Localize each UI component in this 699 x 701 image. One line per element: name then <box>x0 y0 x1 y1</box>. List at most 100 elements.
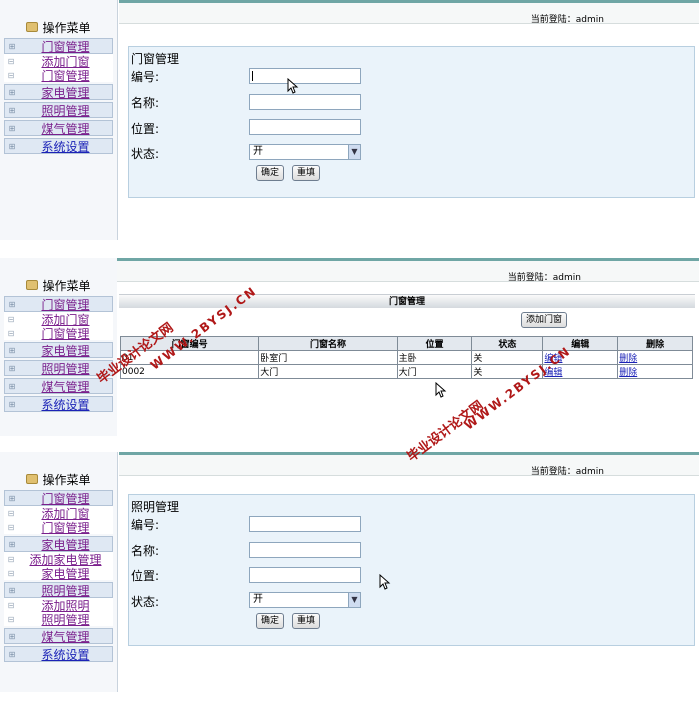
menu-list: ⊞ 门窗管理 ⊟ 添加门窗 ⊟ 门窗管理 ⊞ 家电管理 ⊞ 照明管理 ⊞ 煤气管理 ⊞ 系统设… <box>4 38 113 154</box>
cell-delete: 删除 <box>617 364 693 379</box>
menu-item-gas[interactable]: ⊞ 煤气管理 <box>4 378 113 394</box>
menu-item-appliance[interactable]: ⊞ 家电管理 <box>4 84 113 100</box>
main-content: 当前登陆：admin 门窗管理 添加门窗 门窗编号 门窗名称 位置 状态 编辑 … <box>117 258 699 436</box>
menu-item-appliance[interactable]: ⊞ 家电管理 <box>4 342 113 358</box>
chevron-down-icon[interactable]: ▼ <box>348 593 360 607</box>
bullet-icon: ⊞ <box>8 493 16 503</box>
sub-item-door-manage[interactable]: ⊟ 门窗管理 <box>4 520 113 535</box>
reset-button[interactable]: 重填 <box>292 613 321 629</box>
top-bar <box>117 258 699 282</box>
column-header: 状态 <box>471 336 544 351</box>
location-input[interactable] <box>249 119 361 135</box>
bullet-icon: ⊞ <box>8 363 16 373</box>
bullet-icon: ⊞ <box>8 585 16 595</box>
column-header: 位置 <box>396 336 473 351</box>
mouse-cursor-icon <box>435 382 447 398</box>
sub-item-door-manage[interactable]: ⊟ 门窗管理 <box>4 68 113 83</box>
bullet-icon: ⊞ <box>8 299 16 309</box>
menu-list: ⊞ 门窗管理 ⊟ 添加门窗 ⊟ 门窗管理 ⊞ 家电管理 ⊞ 照明管理 ⊞ 煤气管理 ⊞ 系统设… <box>4 296 113 412</box>
menu-item-system[interactable]: ⊞ 系统设置 <box>4 396 113 412</box>
sub-item-appliance-manage[interactable]: ⊟ 家电管理 <box>4 566 113 581</box>
chevron-down-icon[interactable]: ▼ <box>348 145 360 159</box>
submit-button[interactable]: 确定 <box>256 165 285 181</box>
status-label: 状态: <box>131 147 160 161</box>
lighting-form-screen: 操作菜单 ⊞ 门窗管理 ⊟ 添加门窗 ⊟ 门窗管理 ⊞ 家电管理 ⊟ 添加家电管理 ⊟ 家电… <box>0 452 699 692</box>
menu-item-gas[interactable]: ⊞ 煤气管理 <box>4 628 113 644</box>
delete-link[interactable]: 删除 <box>619 354 637 364</box>
status-select[interactable]: 开 ▼ <box>249 144 361 160</box>
cell-delete: 删除 <box>617 350 693 365</box>
id-label: 编号: <box>131 518 160 532</box>
cell-name: 大门 <box>258 364 398 379</box>
submit-button[interactable]: 确定 <box>256 613 285 629</box>
reset-button[interactable]: 重填 <box>292 165 321 181</box>
cell-id: 0002 <box>119 364 260 379</box>
column-header: 删除 <box>617 336 693 351</box>
main-content: 当前登陆：admin 门窗管理 编号: 名称: 位置: 状态: 开 ▼ 确定 重填 <box>119 0 699 240</box>
bullet-icon: ⊟ <box>7 614 15 624</box>
bullet-icon: ⊞ <box>8 631 16 641</box>
sub-item-door-manage[interactable]: ⊟ 门窗管理 <box>4 326 113 341</box>
delete-link[interactable]: 删除 <box>619 368 637 378</box>
door-list-screen: 操作菜单 ⊞ 门窗管理 ⊟ 添加门窗 ⊟ 门窗管理 ⊞ 家电管理 ⊞ 照明管理 ⊞ 煤气管理… <box>0 258 699 436</box>
bullet-icon: ⊞ <box>8 123 16 133</box>
bullet-icon: ⊟ <box>7 600 15 610</box>
bullet-icon: ⊞ <box>8 105 16 115</box>
id-input[interactable] <box>249 68 361 84</box>
sidebar: 操作菜单 ⊞ 门窗管理 ⊟ 添加门窗 ⊟ 门窗管理 ⊞ 家电管理 ⊟ 添加家电管理 ⊟ 家电… <box>0 452 118 692</box>
main-content: 当前登陆：admin 照明管理 编号: 名称: 位置: 状态: 开 ▼ 确定 重填 <box>119 452 699 692</box>
bullet-icon: ⊟ <box>7 522 15 532</box>
bullet-icon: ⊞ <box>8 87 16 97</box>
add-door-button[interactable]: 添加门窗 <box>521 312 568 328</box>
bullet-icon: ⊞ <box>8 345 16 355</box>
menu-item-system[interactable]: ⊞ 系统设置 <box>4 138 113 154</box>
bullet-icon: ⊟ <box>7 328 15 338</box>
menu-item-system[interactable]: ⊞ 系统设置 <box>4 646 113 662</box>
login-status: 当前登陆：admin <box>530 15 604 25</box>
table-row: 0002 大门 大门 关 编辑 删除 <box>119 364 693 379</box>
name-label: 名称: <box>131 96 160 110</box>
mouse-cursor-icon <box>379 574 391 590</box>
bullet-icon: ⊟ <box>7 314 15 324</box>
form-title: 照明管理 <box>131 500 180 514</box>
bullet-icon: ⊟ <box>7 70 15 80</box>
menu-list: ⊞ 门窗管理 ⊟ 添加门窗 ⊟ 门窗管理 ⊞ 家电管理 ⊟ 添加家电管理 ⊟ 家电管理 ⊞ 照… <box>4 490 113 662</box>
column-header: 编辑 <box>542 336 619 351</box>
door-form: 门窗管理 编号: 名称: 位置: 状态: 开 ▼ 确定 重填 <box>128 46 695 198</box>
sidebar: 操作菜单 ⊞ 门窗管理 ⊟ 添加门窗 ⊟ 门窗管理 ⊞ 家电管理 ⊞ 照明管理 ⊞ 煤气管理… <box>0 0 118 240</box>
location-input[interactable] <box>249 567 361 583</box>
bullet-icon: ⊞ <box>8 399 16 409</box>
table-header: 门窗编号 门窗名称 位置 状态 编辑 删除 <box>119 336 693 351</box>
name-label: 名称: <box>131 544 160 558</box>
list-title: 门窗管理 <box>119 294 695 308</box>
status-select[interactable]: 开 ▼ <box>249 592 361 608</box>
status-label: 状态: <box>131 595 160 609</box>
login-status: 当前登陆：admin <box>507 273 581 283</box>
menu-title: 操作菜单 <box>4 470 113 488</box>
cell-location: 大门 <box>396 364 473 379</box>
door-table: 门窗编号 门窗名称 位置 状态 编辑 删除 01 卧室门 主卧 关 编辑 删除 <box>119 336 693 379</box>
top-bar <box>119 0 699 24</box>
bullet-icon: ⊟ <box>7 56 15 66</box>
bullet-icon: ⊞ <box>8 141 16 151</box>
id-input[interactable] <box>249 516 361 532</box>
form-title: 门窗管理 <box>131 52 180 66</box>
mouse-cursor-icon <box>287 78 299 94</box>
bullet-icon: ⊞ <box>8 649 16 659</box>
menu-folder-icon <box>26 22 39 32</box>
bullet-icon: ⊞ <box>8 41 16 51</box>
cell-name: 卧室门 <box>258 350 398 365</box>
menu-item-gas[interactable]: ⊞ 煤气管理 <box>4 120 113 136</box>
id-label: 编号: <box>131 70 160 84</box>
name-input[interactable] <box>249 94 361 110</box>
lighting-form: 照明管理 编号: 名称: 位置: 状态: 开 ▼ 确定 重填 <box>128 494 695 646</box>
bullet-icon: ⊟ <box>7 554 15 564</box>
name-input[interactable] <box>249 542 361 558</box>
cell-location: 主卧 <box>396 350 473 365</box>
bullet-icon: ⊞ <box>8 381 16 391</box>
sub-item-lighting-manage[interactable]: ⊟ 照明管理 <box>4 612 113 627</box>
bullet-icon: ⊟ <box>7 568 15 578</box>
menu-title: 操作菜单 <box>4 18 113 36</box>
menu-folder-icon <box>26 280 39 290</box>
menu-item-lighting[interactable]: ⊞ 照明管理 <box>4 102 113 118</box>
